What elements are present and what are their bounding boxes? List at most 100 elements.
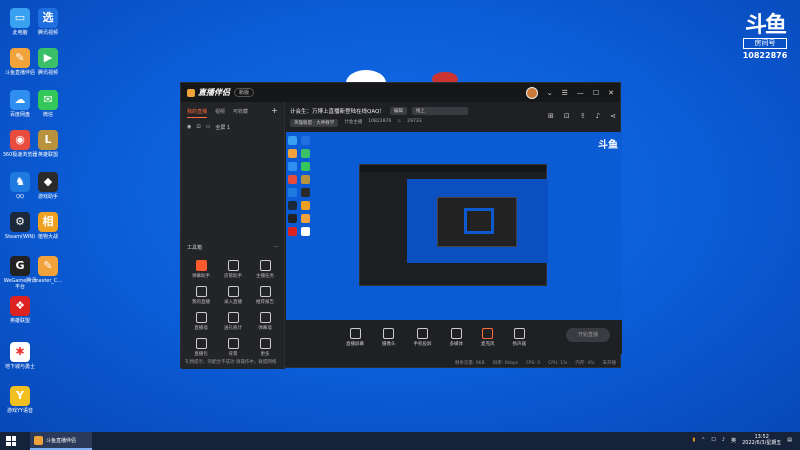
chevron-down-icon[interactable]: ⌄: [547, 89, 553, 97]
tool-item[interactable]: 主播任务: [249, 260, 281, 279]
tag-badge[interactable]: 英雄联盟 · 大神教学: [290, 119, 339, 127]
video-icon[interactable]: ▶ 腾讯视频: [30, 48, 66, 76]
system-tray: ▮ ⌃ ☐ ♪ 英 13:52 2022/6/3/星期五 ▤: [692, 434, 792, 446]
tab-video[interactable]: 视频: [215, 108, 225, 118]
avatar[interactable]: [525, 87, 538, 99]
nested-frame: [464, 208, 494, 234]
preview-icon: [301, 175, 310, 184]
scene-row[interactable]: ◉ ⊡ ▭ 全屏 1: [181, 118, 284, 137]
app-icon-1[interactable]: 选腾讯视频: [30, 8, 66, 36]
menu-icon[interactable]: ☰: [562, 89, 568, 97]
lock-icon[interactable]: ⊡: [196, 124, 200, 131]
live-preview[interactable]: 斗鱼: [286, 132, 622, 320]
game-icon[interactable]: ◆ 游戏助手: [30, 172, 66, 200]
tool-item[interactable]: 直播包: [185, 338, 217, 357]
close-icon[interactable]: ✕: [608, 89, 614, 97]
edit-title-button[interactable]: 编辑: [389, 107, 407, 115]
preview-icon: [288, 136, 297, 145]
tool-item[interactable]: 我的直播: [185, 286, 217, 305]
desktop-icon-label: 英雄联盟: [9, 318, 30, 324]
save-icon[interactable]: ⊞: [548, 112, 554, 120]
tool-icon: [259, 286, 271, 297]
tool-item[interactable]: 录入直播: [217, 286, 249, 305]
source-tool-button[interactable]: 摄像头: [382, 327, 396, 347]
chevron-up-icon[interactable]: ⌃: [701, 437, 705, 443]
source-tool-button[interactable]: 麦克风: [481, 327, 495, 347]
windows-start-icon[interactable]: [6, 436, 16, 446]
title-bar[interactable]: 直播伴侣 新版 ⌄ ☰ — ☐ ✕: [181, 83, 620, 102]
tool-label: 背景: [228, 352, 238, 357]
source-tool-button[interactable]: 多媒体: [450, 327, 463, 347]
app2-glyph-icon: ✱: [10, 342, 30, 362]
input-lang[interactable]: 英: [731, 437, 736, 444]
tool-label: 房管助手: [224, 274, 242, 279]
add-scene-icon[interactable]: +: [271, 107, 278, 118]
game2-icon[interactable]: 相植物大战: [30, 212, 66, 240]
fire-icon: ♨: [397, 119, 402, 124]
main-toolbar: ⊞ ⊡ ⇪ ♪ ⋖: [548, 112, 616, 120]
tool-item[interactable]: 背景: [217, 338, 249, 357]
start-live-button[interactable]: 开始直播: [566, 328, 610, 342]
eye-icon[interactable]: ◉: [187, 124, 191, 131]
wechat-icon[interactable]: ✉ 微信: [30, 90, 66, 118]
tool-item[interactable]: 推荐报告: [249, 286, 281, 305]
share-icon[interactable]: ⋖: [610, 112, 616, 120]
category-select[interactable]: 线上: [411, 107, 468, 115]
app2-icon[interactable]: ✱ 地下城与勇士: [2, 342, 38, 370]
game-glyph-icon: ◆: [38, 172, 58, 192]
douyu-taskbar-icon: [34, 435, 43, 445]
toolbox-grid: 弹幕助手 房管助手 主播任务我的直播 录入直播 推荐报告直播墙 送礼统计 弹幕墙直播包 背景 更…: [185, 260, 281, 357]
notification-icon[interactable]: ▤: [787, 437, 792, 443]
left-tabs: 我的直播 视频 可收藏 +: [181, 102, 284, 118]
tool-item[interactable]: 直播墙: [185, 312, 217, 331]
tool-item[interactable]: 更多: [249, 338, 281, 357]
main-panel: 计会生：万博上直播新登陆在线QAQ！ 编辑 线上 英雄联盟 · 大神教学 计会主…: [286, 102, 622, 369]
preview-icon: [288, 227, 297, 236]
stream-title: 计会生：万博上直播新登陆在线QAQ！: [290, 109, 385, 115]
bell-icon[interactable]: ♪: [596, 112, 600, 120]
preview-icon: [301, 188, 310, 197]
tool-item[interactable]: 弹幕墙: [249, 312, 281, 331]
tab-favorites[interactable]: 可收藏: [233, 108, 248, 118]
more-icon[interactable]: ⋯: [274, 244, 279, 251]
tab-my-live[interactable]: 我的直播: [187, 108, 208, 118]
source-tool-button[interactable]: 手机投屏: [414, 327, 432, 347]
preview-icon: [301, 227, 310, 236]
toolbox-header: 工具箱 ⋯: [187, 244, 279, 251]
preview-icon: [288, 162, 297, 171]
status-item: 内存: 4%: [575, 361, 595, 366]
clock[interactable]: 13:52 2022/6/3/星期五: [742, 434, 781, 446]
minimize-icon[interactable]: —: [577, 89, 584, 97]
lol-icon[interactable]: L 英雄联盟: [30, 130, 66, 158]
live-companion-window[interactable]: 直播伴侣 新版 ⌄ ☰ — ☐ ✕ 我的直播 视频 可收藏 + ◉ ⊡ ▭ 全屏…: [180, 82, 622, 369]
network-icon[interactable]: ☐: [711, 437, 715, 443]
title-buttons: ⌄ ☰ — ☐ ✕: [525, 87, 614, 99]
source-tool-label: 直播屏幕: [346, 341, 364, 347]
tool-item[interactable]: 房管助手: [217, 260, 249, 279]
maximize-icon[interactable]: ☐: [593, 89, 599, 97]
tool-icon: [227, 260, 239, 271]
tool-label: 直播墙: [194, 326, 208, 331]
app-name: 直播伴侣: [198, 88, 230, 97]
game3-glyph-icon: ❖: [10, 296, 30, 316]
status-item: CPU: 1%: [548, 360, 568, 366]
tool-item[interactable]: 送礼统计: [217, 312, 249, 331]
volume-icon[interactable]: ♪: [722, 437, 725, 443]
tool-label: 录入直播: [224, 300, 242, 305]
yy-icon[interactable]: Y 游戏YY语音: [2, 386, 38, 414]
tool-item[interactable]: 弹幕助手: [185, 260, 217, 279]
master-icon[interactable]: ✎ master_C...: [30, 256, 66, 284]
status-bar: 剩余流量: 0KB 码率: 0kbps FPS: 0 CPU: 1% 内存: 4% 未开播: [286, 357, 622, 369]
source-tool-button[interactable]: 直播屏幕: [346, 327, 364, 347]
upload-icon[interactable]: ⇪: [580, 112, 586, 120]
source-tool-label: 扬声器: [512, 341, 527, 347]
room-id: 10822876: [368, 119, 392, 124]
desktop-icon-label: 英雄联盟: [37, 152, 58, 158]
source-tool-button[interactable]: 扬声器: [512, 327, 527, 347]
tray-app-icon[interactable]: ▮: [692, 437, 695, 443]
version-badge[interactable]: 新版: [234, 88, 255, 97]
game3-icon[interactable]: ❖ 英雄联盟: [2, 296, 38, 324]
taskbar-app[interactable]: 斗鱼直播伴侣: [30, 432, 92, 450]
lock2-icon[interactable]: ⊡: [564, 112, 570, 120]
status-item: FPS: 0: [526, 360, 541, 366]
